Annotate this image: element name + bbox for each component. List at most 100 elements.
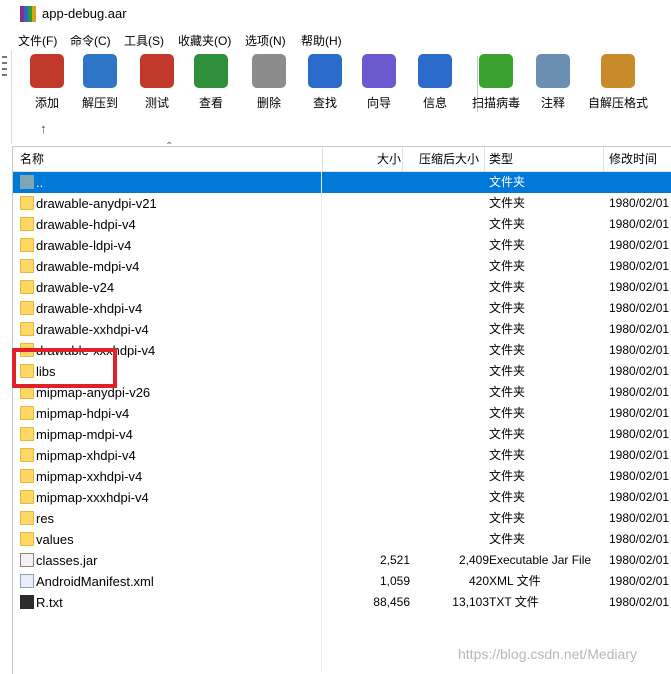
info-icon [418, 54, 452, 88]
file-type: TXT 文件 [489, 595, 539, 609]
file-modified: 1980/02/01 [609, 553, 670, 567]
file-modified: 1980/02/01 [609, 280, 670, 294]
file-type: 文件夹 [489, 175, 526, 189]
txt-icon [20, 595, 34, 609]
file-modified: 1980/02/01 [609, 532, 670, 546]
file-row[interactable]: drawable-hdpi-v4 文件夹 1980/02/01 [13, 214, 671, 235]
title-bar: app-debug.aar [0, 0, 671, 30]
file-row[interactable]: mipmap-mdpi-v4 文件夹 1980/02/01 [13, 424, 671, 445]
toolbar-button-5[interactable]: 查找 [308, 54, 342, 111]
file-row[interactable]: values 文件夹 1980/02/01 [13, 529, 671, 550]
file-modified: 1980/02/01 [609, 343, 670, 357]
menu-item-4[interactable]: 选项(N) [245, 32, 286, 49]
file-name: mipmap-xxxhdpi-v4 [36, 490, 149, 505]
file-type: XML 文件 [489, 574, 541, 588]
file-type: 文件夹 [489, 322, 526, 336]
folder-extract-icon [83, 54, 117, 88]
file-type: 文件夹 [489, 532, 526, 546]
file-name: drawable-anydpi-v21 [36, 196, 157, 211]
file-row[interactable]: drawable-mdpi-v4 文件夹 1980/02/01 [13, 256, 671, 277]
file-row[interactable]: drawable-xxhdpi-v4 文件夹 1980/02/01 [13, 319, 671, 340]
file-size: 88,456 [373, 595, 410, 609]
toolbar: ↑ 添加 解压到 测试 查看 删除 查找 向导 信息 扫描病毒 注释 自解压格式 [12, 50, 671, 144]
file-row[interactable]: AndroidManifest.xml 1,059 420 XML 文件 1980/02… [13, 571, 671, 592]
folder-icon [20, 280, 34, 294]
folder-icon [20, 511, 34, 525]
file-row[interactable]: res 文件夹 1980/02/01 [13, 508, 671, 529]
file-row[interactable]: drawable-ldpi-v4 文件夹 1980/02/01 [13, 235, 671, 256]
folder-icon [20, 322, 34, 336]
menu-item-1[interactable]: 命令(C) [70, 32, 111, 49]
file-row[interactable]: .. 文件夹 [13, 172, 671, 193]
toolbar-button-label: 向导 [366, 96, 391, 110]
folder-icon [20, 469, 34, 483]
file-row[interactable]: drawable-v24 文件夹 1980/02/01 [13, 277, 671, 298]
menu-item-0[interactable]: 文件(F) [18, 32, 57, 49]
file-row[interactable]: R.txt 88,456 13,103 TXT 文件 1980/02/01 [13, 592, 671, 613]
toolbar-button-6[interactable]: 向导 [362, 54, 396, 111]
folder-icon [20, 406, 34, 420]
toolbar-button-0[interactable]: 添加 [30, 54, 64, 111]
virus-scan-icon [479, 54, 513, 88]
file-modified: 1980/02/01 [609, 469, 670, 483]
menu-item-3[interactable]: 收藏夹(O) [178, 32, 231, 49]
up-arrow-icon[interactable]: ↑ [40, 121, 47, 136]
file-modified: 1980/02/01 [609, 364, 670, 378]
folder-icon [20, 196, 34, 210]
comment-icon [536, 54, 570, 88]
toolbar-button-7[interactable]: 信息 [418, 54, 452, 111]
file-row[interactable]: drawable-anydpi-v21 文件夹 1980/02/01 [13, 193, 671, 214]
toolbar-button-2[interactable]: 测试 [140, 54, 174, 111]
file-modified: 1980/02/01 [609, 511, 670, 525]
red-highlight-box [12, 348, 117, 388]
file-type: 文件夹 [489, 406, 526, 420]
toolbar-button-9[interactable]: 注释 [536, 54, 570, 111]
file-type: 文件夹 [489, 385, 526, 399]
toolbar-button-3[interactable]: 查看 [194, 54, 228, 111]
file-row[interactable]: mipmap-xxhdpi-v4 文件夹 1980/02/01 [13, 466, 671, 487]
clipboard-check-icon [140, 54, 174, 88]
file-name: drawable-hdpi-v4 [36, 217, 136, 232]
file-type: 文件夹 [489, 490, 526, 504]
file-rows: .. 文件夹 drawable-anydpi-v21 文件夹 1980/02/01 dra… [13, 172, 671, 613]
menu-item-2[interactable]: 工具(S) [124, 32, 164, 49]
watermark: https://blog.csdn.net/Mediary [458, 646, 637, 662]
xml-icon [20, 574, 34, 588]
file-name: drawable-mdpi-v4 [36, 259, 140, 274]
toolbar-button-1[interactable]: 解压到 [82, 54, 118, 111]
file-name: mipmap-xxhdpi-v4 [36, 469, 143, 484]
folder-icon [20, 448, 34, 462]
file-name: drawable-ldpi-v4 [36, 238, 132, 253]
file-row[interactable]: mipmap-hdpi-v4 文件夹 1980/02/01 [13, 403, 671, 424]
toolbar-button-label: 添加 [34, 96, 59, 110]
file-name: values [36, 532, 74, 547]
file-modified: 1980/02/01 [609, 301, 670, 315]
file-row[interactable]: mipmap-xhdpi-v4 文件夹 1980/02/01 [13, 445, 671, 466]
toolbar-button-label: 测试 [144, 96, 169, 110]
file-modified: 1980/02/01 [609, 595, 670, 609]
file-name: drawable-xhdpi-v4 [36, 301, 143, 316]
file-modified: 1980/02/01 [609, 574, 670, 588]
menu-item-5[interactable]: 帮助(H) [301, 32, 342, 49]
file-modified: 1980/02/01 [609, 406, 670, 420]
toolbar-button-4[interactable]: 删除 [252, 54, 286, 111]
column-header-name[interactable]: 名称 [20, 147, 44, 171]
file-row[interactable]: mipmap-xxxhdpi-v4 文件夹 1980/02/01 [13, 487, 671, 508]
column-header-packed[interactable]: 压缩后大小 [402, 147, 479, 171]
column-header-type[interactable]: 类型 [484, 147, 603, 171]
file-name: AndroidManifest.xml [36, 574, 154, 589]
folder-icon [20, 238, 34, 252]
file-type: 文件夹 [489, 343, 526, 357]
file-type: 文件夹 [489, 511, 526, 525]
file-row[interactable]: classes.jar 2,521 2,409 Executable Jar File… [13, 550, 671, 571]
toolbar-button-label: 信息 [422, 96, 447, 110]
column-header-modified[interactable]: 修改时间 [603, 147, 671, 171]
file-type: Executable Jar File [489, 553, 592, 567]
column-header-size[interactable]: 大小 [322, 147, 401, 171]
file-packed: 420 [468, 574, 489, 588]
toolbar-grip[interactable] [0, 50, 12, 144]
toolbar-button-8[interactable]: 扫描病毒 [472, 54, 520, 111]
toolbar-button-10[interactable]: 自解压格式 [588, 54, 648, 111]
file-row[interactable]: drawable-xhdpi-v4 文件夹 1980/02/01 [13, 298, 671, 319]
file-size: 1,059 [379, 574, 410, 588]
